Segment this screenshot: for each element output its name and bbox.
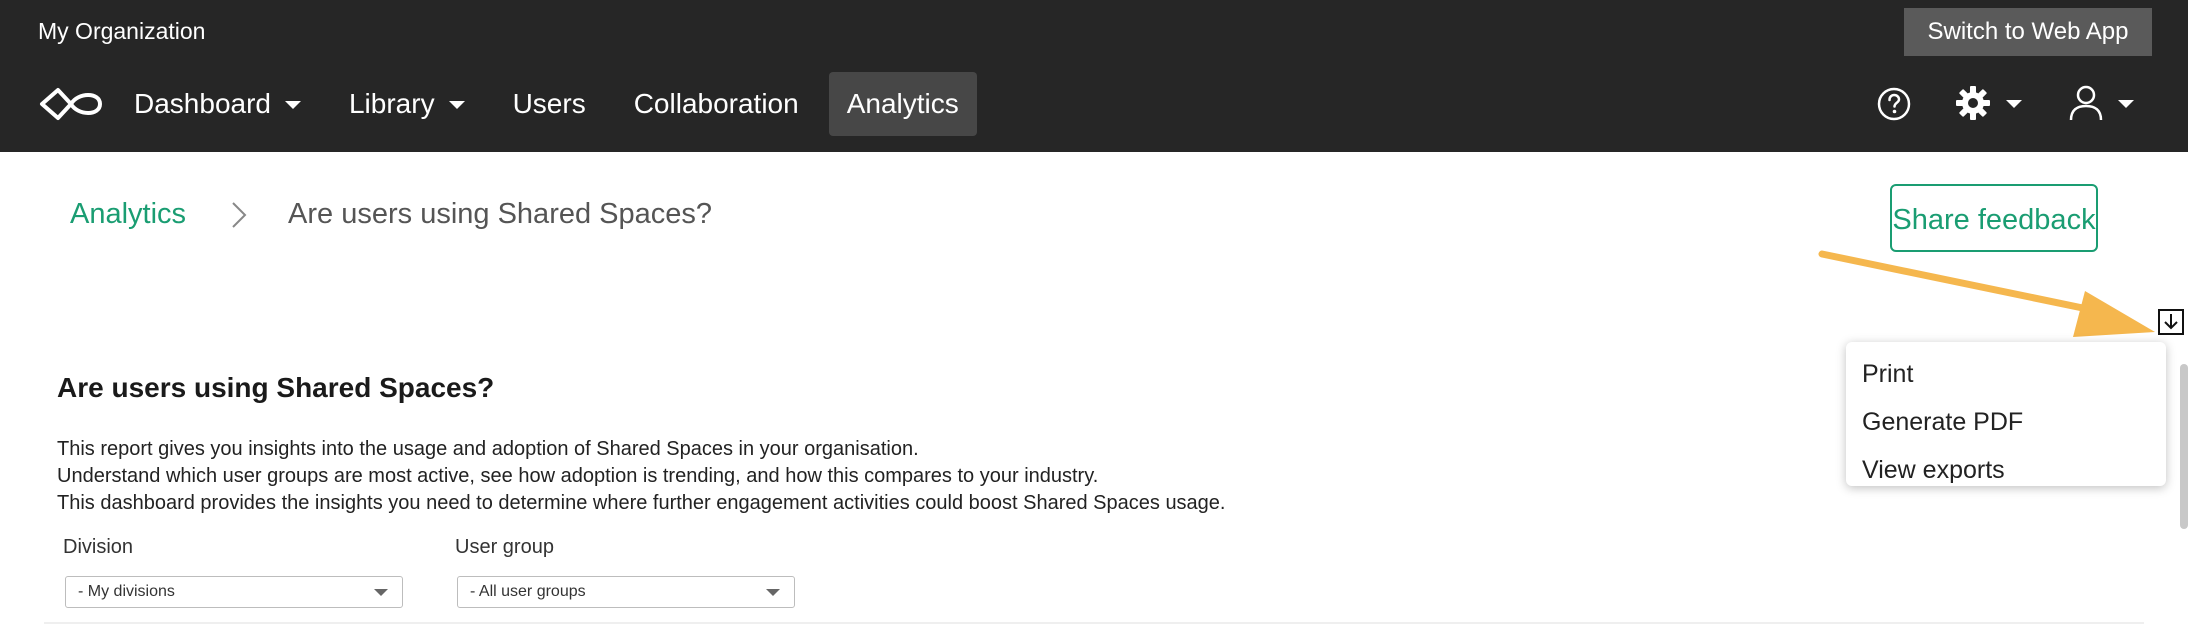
division-select[interactable]: - My divisions (65, 576, 403, 608)
nav-users-label: Users (512, 88, 586, 119)
chevron-down-icon (448, 101, 465, 109)
nav-collaboration[interactable]: Collaboration (616, 72, 817, 136)
top-navigation-bar: My Organization Switch to Web App Dashbo… (0, 0, 2188, 152)
nav-library[interactable]: Library (331, 72, 483, 136)
report-description: This report gives you insights into the … (57, 436, 1226, 517)
breadcrumb-current: Are users using Shared Spaces? (288, 198, 713, 230)
infinity-logo-icon[interactable] (38, 84, 104, 124)
menu-item-print[interactable]: Print (1846, 350, 2166, 398)
user-group-select-value: - All user groups (470, 583, 586, 600)
nav-dashboard-label: Dashboard (134, 88, 271, 119)
user-icon (2069, 85, 2103, 121)
divider (44, 622, 2144, 624)
description-line: Understand which user groups are most ac… (57, 465, 1099, 487)
division-label: Division (63, 536, 134, 558)
description-line: This report gives you insights into the … (57, 438, 919, 460)
export-menu: Print Generate PDF View exports (1846, 342, 2166, 486)
gear-icon (1956, 86, 1990, 120)
nav-analytics-label: Analytics (846, 88, 959, 119)
report-title: Are users using Shared Spaces? (57, 372, 495, 403)
main-nav: Dashboard Library Users Collaboration An… (116, 72, 989, 136)
chevron-down-icon (2006, 100, 2022, 108)
chevron-down-icon (374, 589, 388, 596)
user-group-select[interactable]: - All user groups (457, 576, 795, 608)
organization-name: My Organization (38, 18, 206, 44)
scrollbar[interactable] (2180, 364, 2188, 529)
description-line: This dashboard provides the insights you… (57, 492, 1226, 514)
nav-collaboration-label: Collaboration (633, 88, 799, 119)
division-select-value: - My divisions (78, 583, 175, 600)
user-menu[interactable] (2068, 84, 2134, 122)
share-feedback-button[interactable]: Share feedback (1890, 184, 2098, 252)
switch-to-web-app-button[interactable]: Switch to Web App (1904, 8, 2152, 56)
user-group-label: User group (455, 536, 554, 558)
chevron-down-icon (2118, 100, 2134, 108)
chevron-down-icon (766, 589, 780, 596)
chevron-down-icon (284, 101, 301, 109)
menu-item-generate-pdf[interactable]: Generate PDF (1846, 398, 2166, 446)
nav-library-label: Library (348, 88, 435, 119)
chevron-right-icon (232, 201, 247, 228)
annotation-arrow-icon (1818, 250, 2155, 337)
nav-analytics[interactable]: Analytics (828, 72, 977, 136)
settings-menu[interactable] (1954, 84, 2022, 122)
help-icon[interactable] (1876, 86, 1912, 122)
download-icon[interactable] (2157, 308, 2185, 336)
breadcrumb-analytics-link[interactable]: Analytics (70, 198, 186, 231)
menu-item-view-exports[interactable]: View exports (1846, 446, 2166, 494)
nav-users[interactable]: Users (495, 72, 604, 136)
breadcrumb: Analytics Are users using Shared Spaces? (70, 198, 712, 231)
nav-dashboard[interactable]: Dashboard (116, 72, 319, 136)
